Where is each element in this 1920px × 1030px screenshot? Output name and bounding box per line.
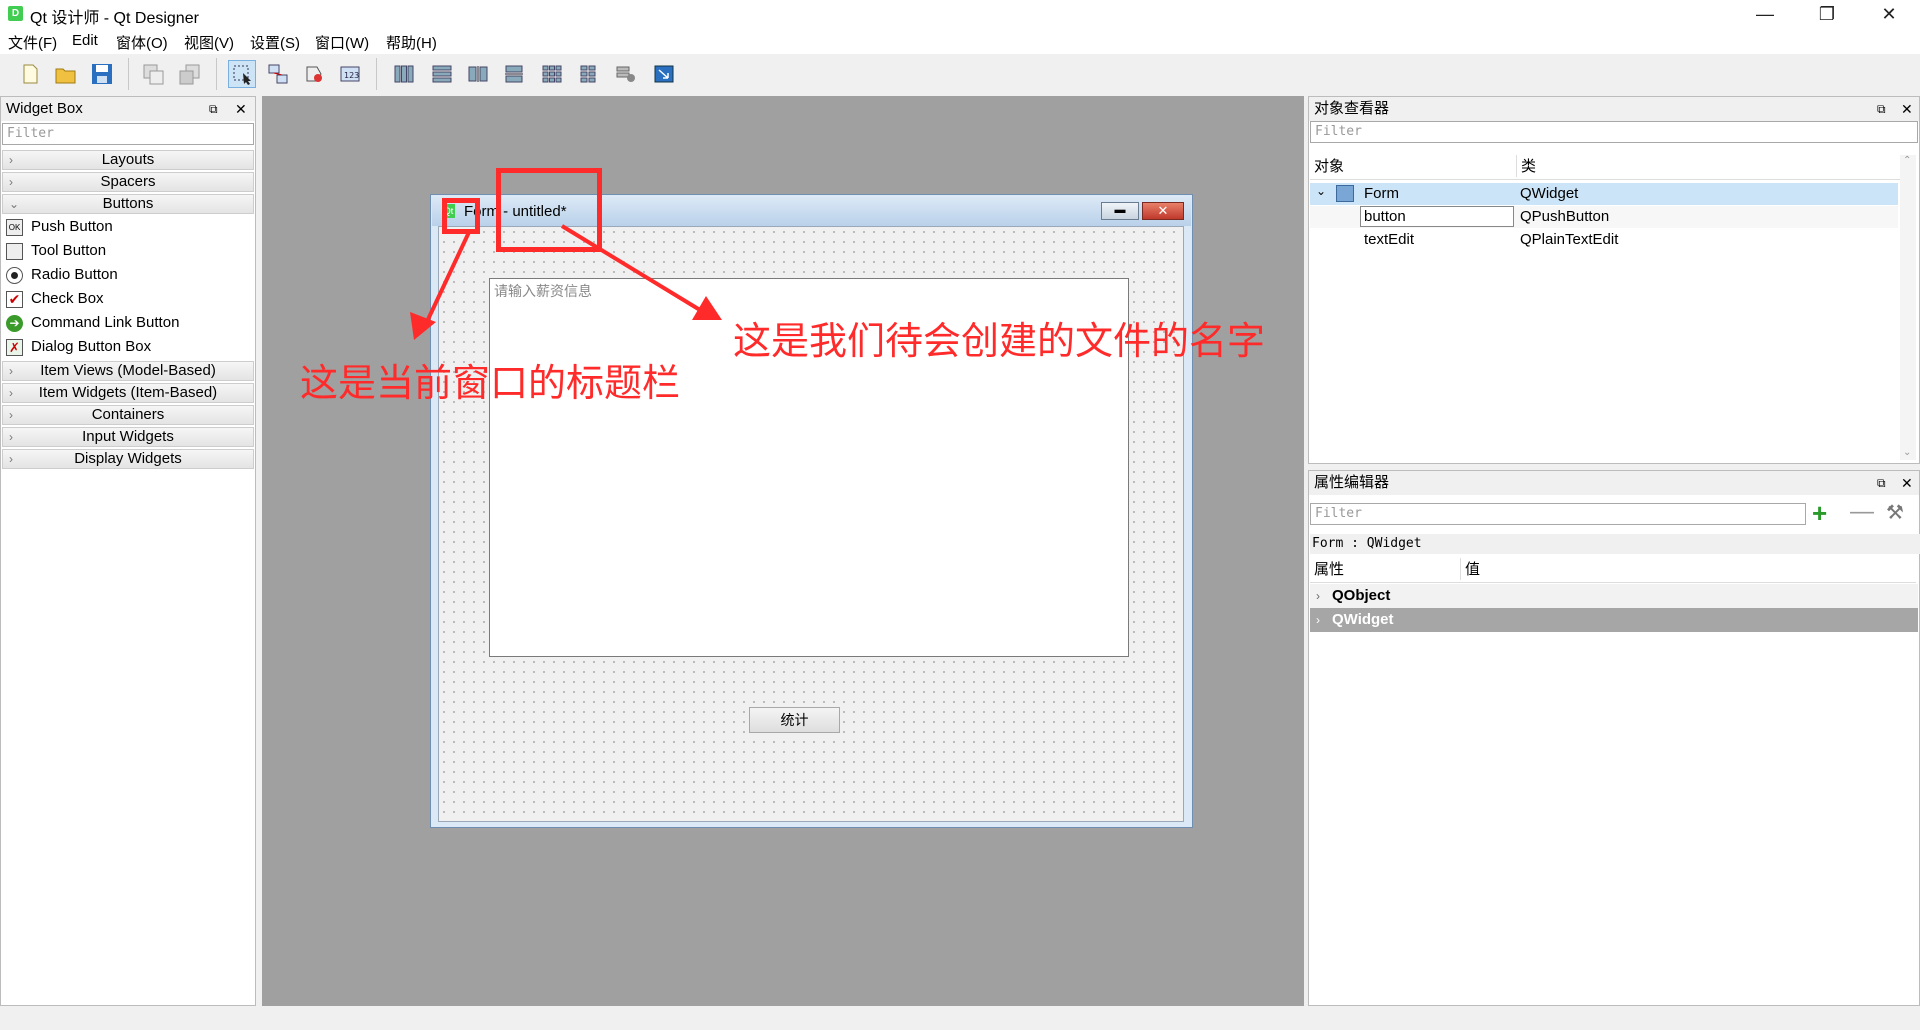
annotation-filename-note: 这是我们待会创建的文件的名字: [733, 321, 1266, 363]
annotation-titlebar-note: 这是当前窗口的标题栏: [300, 363, 681, 405]
annotation-arrows: [410, 224, 722, 340]
